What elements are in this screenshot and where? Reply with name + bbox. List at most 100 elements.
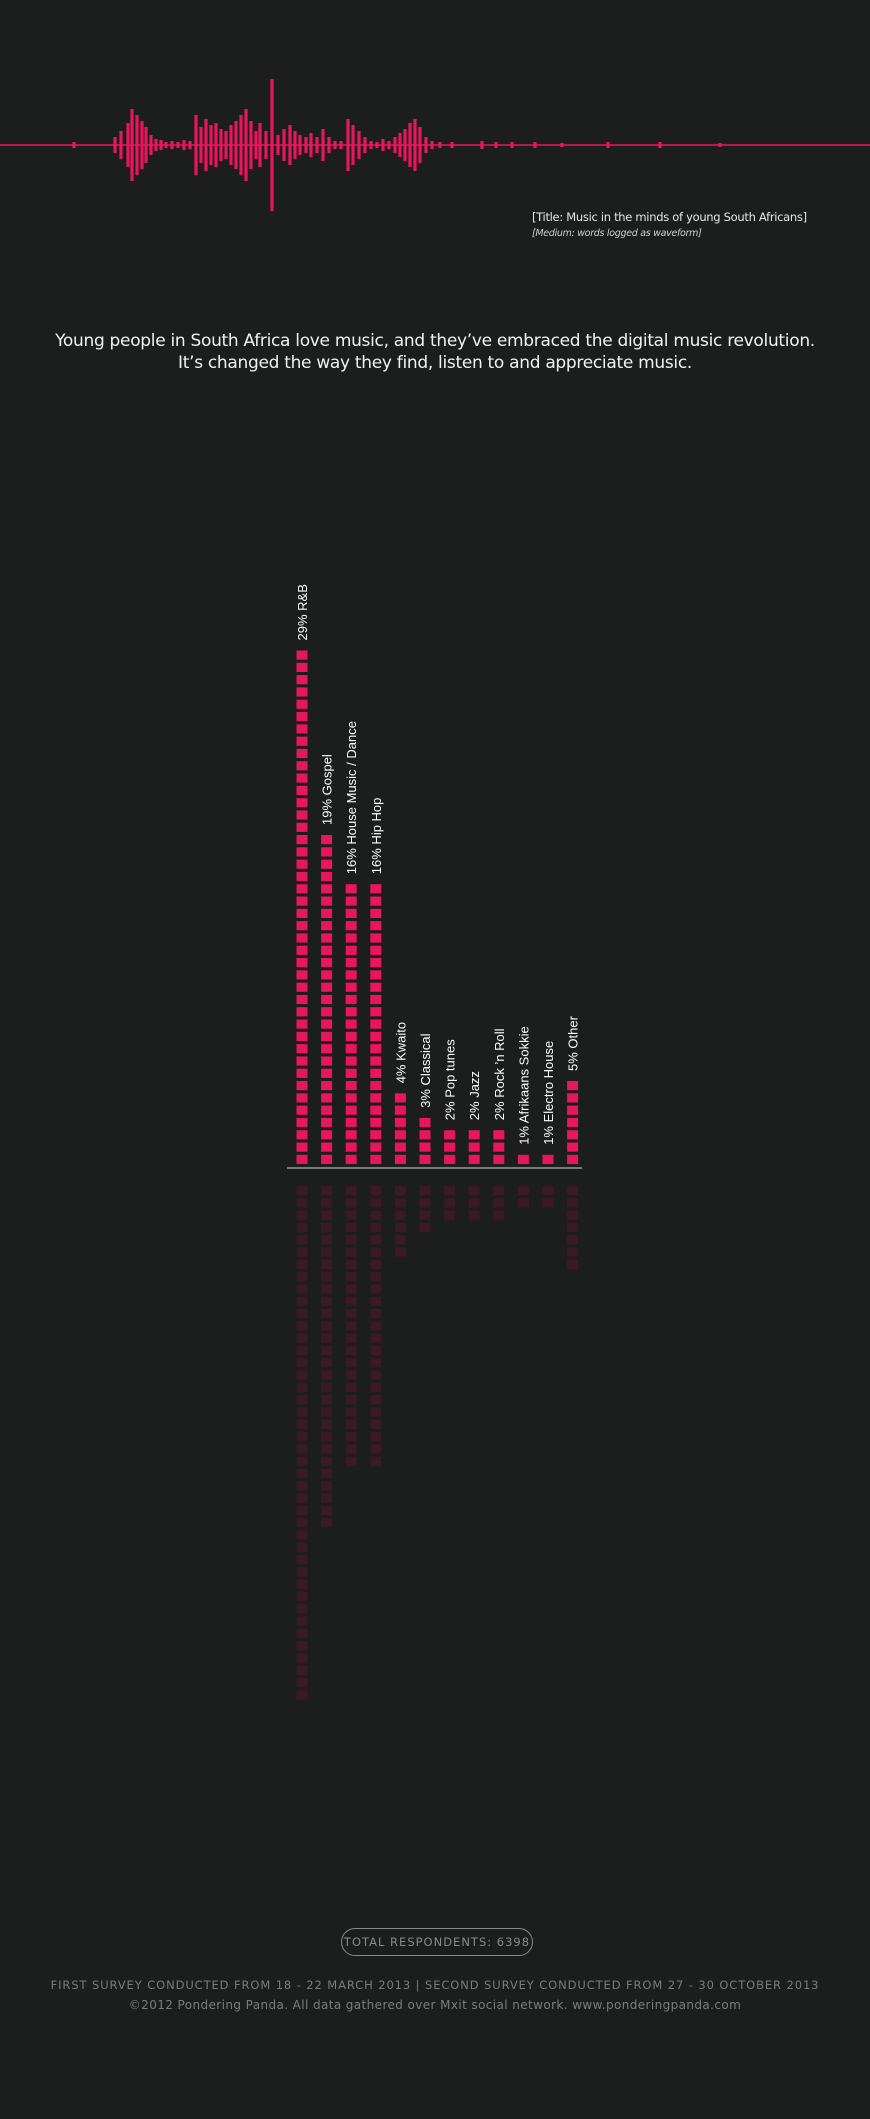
bar-block (567, 1154, 579, 1164)
bar-block (370, 896, 382, 906)
bar-reflection-block (296, 1186, 308, 1196)
bar-block (296, 650, 308, 660)
total-respondents-badge: TOTAL RESPONDENTS: 6398 (341, 1928, 533, 1956)
bar-block (296, 662, 308, 672)
bar-block (296, 822, 308, 832)
bar-block (370, 884, 382, 894)
bar-block (345, 896, 357, 906)
bar-reflection-block (321, 1296, 333, 1306)
bar-block (370, 1105, 382, 1115)
waveform-spike (209, 125, 213, 165)
bar-reflection-block (296, 1235, 308, 1245)
waveform-spike (403, 129, 407, 161)
bar-block (321, 1068, 333, 1078)
bar-reflection-block (296, 1198, 308, 1208)
bar-block (419, 1117, 431, 1128)
bar-reflection-block (296, 1419, 308, 1429)
bar-reflection-block (370, 1247, 382, 1257)
bar-block (394, 1105, 406, 1115)
bar-house-music-dance: 16% House Music / Dance (344, 721, 359, 1466)
bar-block (296, 1044, 308, 1054)
bar-block (345, 1068, 357, 1078)
waveform-spike (304, 137, 308, 153)
bar-block (296, 785, 308, 795)
bar-block (321, 835, 333, 845)
waveform-spike (234, 121, 238, 169)
bar-block (370, 1081, 382, 1091)
waveform-spike (357, 131, 361, 159)
waveform-spike (346, 119, 350, 171)
bar-reflection-block (370, 1456, 382, 1466)
bar-reflection-block (296, 1456, 308, 1466)
bar-reflection-block (296, 1407, 308, 1417)
bar-reflection-block (296, 1518, 308, 1528)
bar-block (296, 884, 308, 894)
bar-block (296, 859, 308, 869)
bar-block (321, 1007, 333, 1017)
bar-reflection-block (296, 1345, 308, 1356)
bar-reflection-block (345, 1272, 357, 1282)
bar-reflection-block (296, 1567, 308, 1577)
bar-block (321, 1044, 333, 1054)
bar-block (296, 724, 308, 734)
bar-reflection-block (394, 1186, 406, 1196)
bar-block (370, 1056, 382, 1066)
waveform-spike (288, 125, 292, 165)
bar-reflection-block (517, 1198, 529, 1208)
bar-block (321, 896, 333, 906)
waveform-spike (188, 141, 192, 149)
bar-reflection-block (321, 1345, 333, 1356)
bar-electro-house: 1% Electro House (541, 1041, 556, 1208)
waveform-spike (430, 141, 434, 149)
bar-reflection-block (296, 1247, 308, 1257)
bar-block (296, 810, 308, 820)
bar-block (345, 1081, 357, 1091)
bar-block (296, 736, 308, 746)
bar-block (296, 871, 308, 882)
bar-reflection-block (296, 1628, 308, 1638)
bar-block (370, 1019, 382, 1029)
bar-block (345, 1056, 357, 1066)
bar-block (321, 982, 333, 992)
bar-reflection-block (321, 1247, 333, 1257)
bar-reflection-block (345, 1284, 357, 1294)
bar-reflection-block (370, 1284, 382, 1294)
waveform-spike (254, 131, 258, 159)
bar-block (345, 1105, 357, 1115)
bar-block (394, 1154, 406, 1164)
bar-reflection-block (296, 1678, 308, 1688)
bar-reflection-block (517, 1186, 529, 1196)
bar-block (321, 958, 333, 968)
bar-block (370, 982, 382, 992)
bar-reflection-block (493, 1210, 505, 1220)
waveform-spike (363, 137, 367, 153)
bar-reflection-block (321, 1468, 333, 1479)
bar-block (296, 835, 308, 845)
bar-reflection-block (296, 1222, 308, 1233)
bar-reflection-block (321, 1358, 333, 1368)
bar-block (493, 1130, 505, 1140)
bar-block (370, 994, 382, 1005)
bar-block (321, 1117, 333, 1128)
waveform-spike (369, 141, 373, 149)
bar-reflection-block (321, 1333, 333, 1343)
waveform-spike (130, 109, 134, 181)
bar-reflection-block (321, 1235, 333, 1245)
bar-reflection-block (321, 1505, 333, 1515)
bar-block (444, 1130, 456, 1140)
bar-label: 29% R&B (295, 584, 310, 640)
bar-block (296, 699, 308, 709)
bar-reflection-block (493, 1198, 505, 1208)
bar-block (321, 908, 333, 918)
bar-label: 2% Rock ’n Roll (492, 1028, 507, 1120)
bar-block (321, 871, 333, 882)
bar-reflection-block (321, 1407, 333, 1417)
credit-line: ©2012 Pondering Panda. All data gathered… (128, 1998, 742, 2012)
bar-block (296, 1068, 308, 1078)
bar-reflection-block (370, 1370, 382, 1380)
waveform-spike (606, 142, 610, 148)
waveform-spike (229, 125, 233, 165)
bar-reflection-block (370, 1395, 382, 1405)
waveform-spike (510, 142, 514, 148)
waveform-spike (126, 123, 130, 167)
